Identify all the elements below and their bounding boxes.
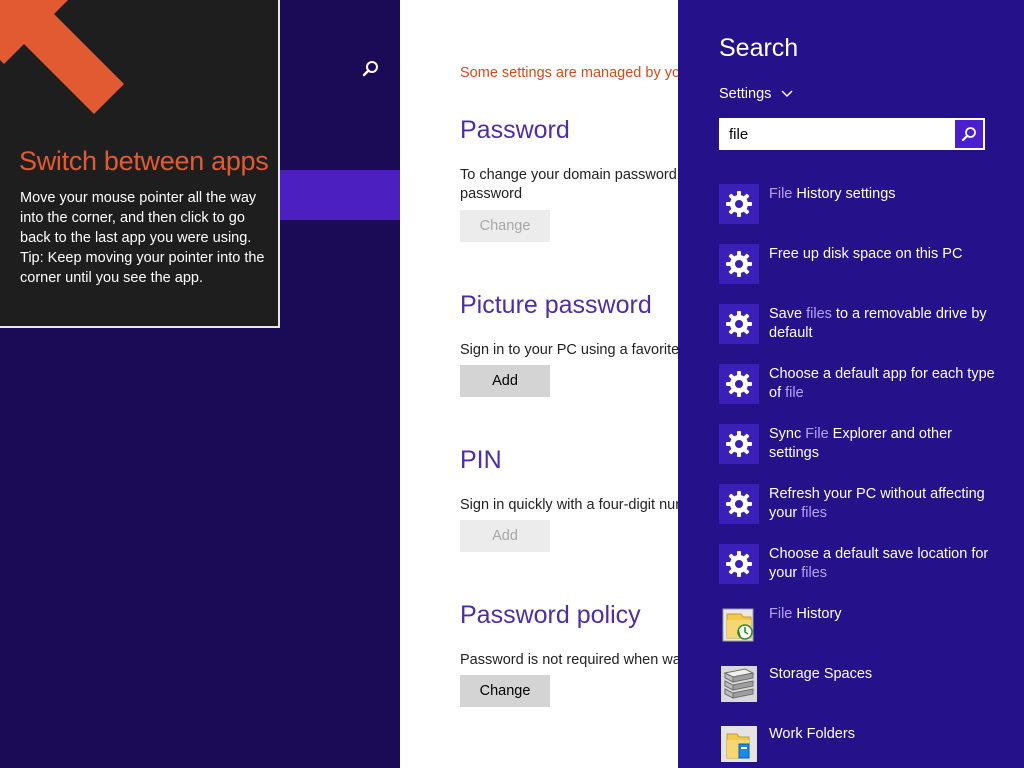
search-result-label: File History settings xyxy=(769,186,896,202)
work-folders-icon xyxy=(719,724,759,764)
search-result-item[interactable]: Sync File Explorer and other settings xyxy=(719,422,1009,478)
search-result-label: Work Folders xyxy=(769,726,855,742)
switch-apps-tip: Switch between apps Move your mouse poin… xyxy=(0,0,280,328)
search-result-label: Choose a default app for each type of fi… xyxy=(769,366,995,401)
search-input[interactable] xyxy=(721,120,955,148)
change-password-button[interactable]: Change xyxy=(460,210,550,242)
search-scope-label: Settings xyxy=(719,86,772,102)
add-picture-password-button[interactable]: Add xyxy=(460,365,550,397)
search-result-label: Storage Spaces xyxy=(769,666,873,682)
search-box xyxy=(719,118,985,150)
search-result-label: File History xyxy=(769,606,842,622)
chevron-down-icon xyxy=(781,90,793,98)
settings-page: Some settings are managed by yo Password… xyxy=(400,0,678,768)
search-scope-dropdown[interactable]: Settings xyxy=(719,86,793,102)
picture-password-desc: Sign in to your PC using a favorite xyxy=(460,342,678,358)
search-result-item[interactable]: File History xyxy=(719,602,1009,658)
gear-icon xyxy=(719,484,759,524)
search-result-item[interactable]: Free up disk space on this PC xyxy=(719,242,1009,298)
file-history-icon xyxy=(719,604,759,644)
search-result-item[interactable]: Choose a default save location for your … xyxy=(719,542,1009,598)
search-result-label: Refresh your PC without affecting your f… xyxy=(769,486,985,521)
search-icon xyxy=(961,127,976,142)
password-policy-title: Password policy xyxy=(460,601,641,629)
tip-body: Move your mouse pointer all the way into… xyxy=(20,188,270,288)
gear-icon xyxy=(719,424,759,464)
managed-notice: Some settings are managed by yo xyxy=(460,65,678,81)
corner-arrow-icon xyxy=(0,0,124,114)
picture-password-title: Picture password xyxy=(460,291,652,319)
search-result-label: Choose a default save location for your … xyxy=(769,546,989,581)
gear-icon xyxy=(719,544,759,584)
tip-body-line: Tip: Keep moving your pointer into the c… xyxy=(20,250,265,286)
search-result-label: Sync File Explorer and other settings xyxy=(769,426,952,461)
search-title: Search xyxy=(719,34,799,62)
password-desc: To change your domain password, password xyxy=(460,167,678,202)
tip-title: Switch between apps xyxy=(19,146,269,176)
search-icon[interactable] xyxy=(356,56,384,84)
pin-desc: Sign in quickly with a four-digit nur xyxy=(460,497,678,513)
password-title: Password xyxy=(460,116,570,144)
selected-nav-item[interactable] xyxy=(280,170,400,220)
password-policy-desc: Password is not required when wak xyxy=(460,652,678,668)
search-result-label: Save files to a removable drive by defau… xyxy=(769,306,987,341)
search-result-item[interactable]: Work Folders xyxy=(719,722,1009,768)
search-result-item[interactable]: Choose a default app for each type of fi… xyxy=(719,362,1009,418)
search-result-item[interactable]: Refresh your PC without affecting your f… xyxy=(719,482,1009,538)
change-password-policy-button[interactable]: Change xyxy=(460,675,550,707)
storage-spaces-icon xyxy=(719,664,759,704)
search-result-item[interactable]: Storage Spaces xyxy=(719,662,1009,718)
search-charm: Search Settings File History settings xyxy=(678,0,1024,768)
search-result-item[interactable]: Save files to a removable drive by defau… xyxy=(719,302,1009,358)
tip-body-line: Move your mouse pointer all the way into… xyxy=(20,190,257,246)
search-result-label: Free up disk space on this PC xyxy=(769,246,963,262)
search-result-item[interactable]: File History settings xyxy=(719,182,1009,238)
gear-icon xyxy=(719,184,759,224)
add-pin-button[interactable]: Add xyxy=(460,520,550,552)
gear-icon xyxy=(719,244,759,284)
gear-icon xyxy=(719,364,759,404)
gear-icon xyxy=(719,304,759,344)
search-go-button[interactable] xyxy=(955,120,983,148)
pin-title: PIN xyxy=(460,446,502,474)
